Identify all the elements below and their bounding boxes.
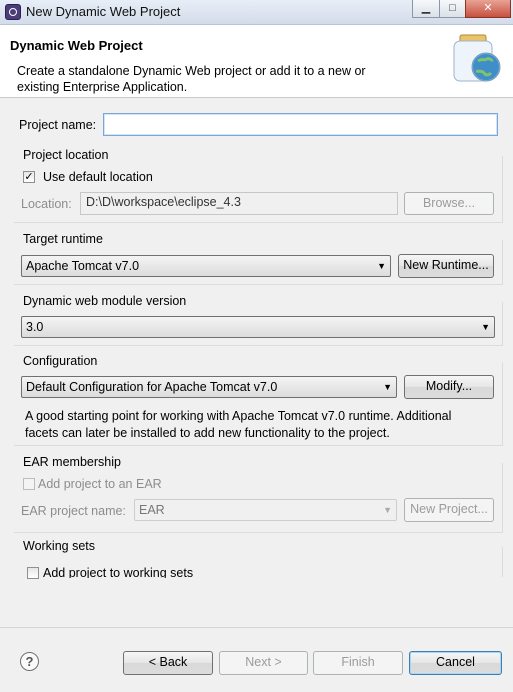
group-divider	[502, 547, 503, 577]
module-version-value: 3.0	[26, 320, 44, 334]
group-divider	[502, 240, 503, 284]
description-line: existing Enterprise Application.	[17, 80, 188, 94]
help-icon[interactable]: ?	[20, 652, 39, 671]
add-to-working-sets-label[interactable]: Add project to working sets	[43, 566, 193, 578]
location-input[interactable]: D:\D\workspace\eclipse_4.3	[80, 192, 398, 215]
ear-project-name-label: EAR project name:	[21, 504, 126, 518]
add-to-ear-label[interactable]: Add project to an EAR	[38, 477, 162, 491]
page-description: Create a standalone Dynamic Web project …	[17, 63, 417, 95]
window-title: New Dynamic Web Project	[26, 4, 181, 19]
add-to-ear-checkbox[interactable]	[23, 478, 35, 490]
group-divider	[502, 362, 503, 445]
maximize-button[interactable]: □	[439, 0, 466, 18]
group-divider	[502, 156, 503, 222]
project-name-input[interactable]	[103, 113, 498, 136]
group-divider	[14, 532, 503, 533]
add-to-working-sets-checkbox[interactable]	[27, 567, 39, 579]
group-divider	[14, 222, 503, 223]
modify-button[interactable]: Modify...	[404, 375, 494, 399]
footer-divider	[0, 627, 513, 628]
back-button[interactable]: < Back	[123, 651, 213, 675]
close-button[interactable]: ✕	[465, 0, 511, 18]
group-divider	[14, 445, 503, 446]
group-divider	[502, 463, 503, 532]
dropdown-arrow-icon: ▼	[481, 322, 490, 332]
location-label: Location:	[21, 197, 72, 211]
module-version-group-label: Dynamic web module version	[23, 294, 187, 308]
dropdown-arrow-icon: ▼	[383, 382, 392, 392]
group-divider	[14, 345, 503, 346]
new-ear-project-button[interactable]: New Project...	[404, 498, 494, 522]
next-button[interactable]: Next >	[219, 651, 308, 675]
module-version-select[interactable]: 3.0 ▼	[21, 316, 495, 338]
dropdown-arrow-icon: ▼	[383, 505, 392, 515]
ear-project-name-value: EAR	[139, 503, 165, 517]
target-runtime-group-label: Target runtime	[23, 232, 103, 246]
target-runtime-select[interactable]: Apache Tomcat v7.0 ▼	[21, 255, 391, 277]
configuration-select[interactable]: Default Configuration for Apache Tomcat …	[21, 376, 397, 398]
page-title: Dynamic Web Project	[10, 38, 143, 53]
description-line: A good starting point for working with A…	[25, 409, 452, 423]
ear-project-name-select[interactable]: EAR ▼	[134, 499, 397, 521]
ear-membership-group-label: EAR membership	[23, 455, 121, 469]
description-line: facets can later be installed to add new…	[25, 426, 390, 440]
new-runtime-button[interactable]: New Runtime...	[398, 254, 494, 278]
target-runtime-value: Apache Tomcat v7.0	[26, 259, 140, 273]
web-project-wizard-icon	[453, 34, 501, 82]
use-default-location-checkbox[interactable]: ✓	[23, 171, 35, 183]
finish-button[interactable]: Finish	[313, 651, 403, 675]
cancel-button[interactable]: Cancel	[409, 651, 502, 675]
description-line: Create a standalone Dynamic Web project …	[17, 64, 366, 78]
minimize-button[interactable]: ▁	[412, 0, 440, 18]
browse-button[interactable]: Browse...	[404, 192, 494, 215]
use-default-location-label[interactable]: Use default location	[43, 170, 153, 184]
checkmark-icon: ✓	[24, 171, 34, 183]
project-name-label: Project name:	[19, 118, 97, 132]
configuration-value: Default Configuration for Apache Tomcat …	[26, 380, 278, 394]
dropdown-arrow-icon: ▼	[377, 261, 386, 271]
configuration-description: A good starting point for working with A…	[25, 408, 451, 442]
group-divider	[14, 284, 503, 285]
configuration-group-label: Configuration	[23, 354, 98, 368]
working-sets-group-label: Working sets	[23, 539, 96, 553]
app-icon[interactable]	[5, 4, 21, 20]
project-location-group-label: Project location	[23, 148, 109, 162]
group-divider	[502, 302, 503, 345]
